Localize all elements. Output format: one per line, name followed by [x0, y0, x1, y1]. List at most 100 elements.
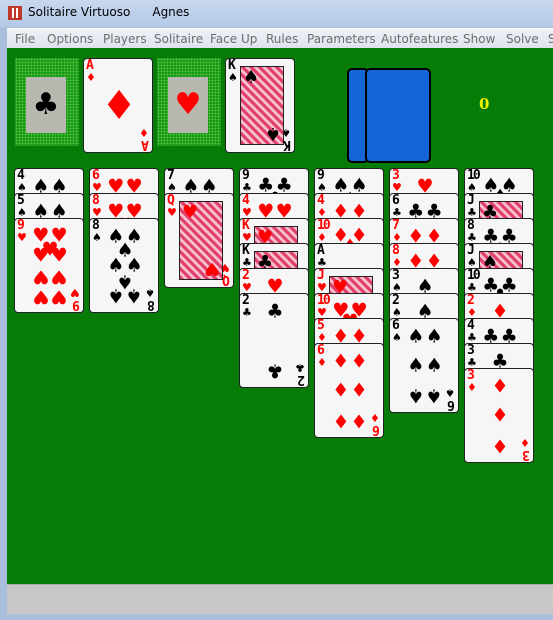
card-k-of-spades[interactable]: K ♠ K ♠ ♠ ♠: [225, 58, 295, 153]
hearts-icon: ♥: [242, 206, 252, 219]
menu-file[interactable]: File: [15, 32, 35, 46]
diamonds-pip-icon: ♦: [101, 83, 137, 129]
hearts-icon: ♥: [168, 77, 208, 133]
hearts-icon: ♥: [317, 281, 327, 294]
court-figure: ♠♠: [240, 66, 284, 145]
spades-icon: ♠: [92, 231, 102, 244]
spades-icon: ♠: [317, 181, 327, 194]
clubs-icon: ♣: [26, 77, 66, 133]
tableau-card-q-of-hearts[interactable]: Q ♥ Q ♥ ♥ ♥: [164, 193, 234, 288]
menu-face-up[interactable]: Face Up: [210, 32, 257, 46]
diamonds-pip-icon: ♦: [332, 350, 350, 373]
clubs-icon: ♣: [392, 206, 402, 219]
clubs-icon: ♣: [467, 281, 477, 294]
tableau-card-6-of-spades[interactable]: 6 ♠ 6 ♠ ♠ ♠ ♠ ♠ ♠ ♠: [389, 318, 459, 413]
hearts-icon: ♥: [92, 206, 102, 219]
hearts-pip-icon: ♥: [50, 265, 68, 288]
diamonds-icon: ♦: [139, 126, 149, 139]
spades-icon: ♠: [445, 386, 455, 399]
diamonds-pip-icon: ♦: [350, 409, 368, 432]
app-icon[interactable]: [8, 6, 22, 20]
card-rank-inverted: 6: [374, 422, 380, 437]
hearts-icon: ♥: [242, 281, 252, 294]
game-table: 9 0 ♣A♦A♦♦♥K♠K♠♠♠4♠4♠♠♠♠♠5♠5♠♠♠♠♠♠9♥9♥♥♥…: [7, 48, 553, 584]
card-rank-inverted: A: [143, 137, 149, 152]
menu-bar: File Options Players Solitaire Face Up Rules P…: [7, 28, 553, 48]
hearts-icon: ♥: [167, 206, 177, 219]
clubs-icon: ♣: [242, 181, 252, 194]
tableau-card-3-of-diamonds[interactable]: 3 ♦ 3 ♦ ♦ ♦ ♦: [464, 368, 534, 463]
spades-pip-icon: ♠: [425, 384, 443, 407]
diamonds-icon: ♦: [520, 436, 530, 449]
spades-icon: ♠: [228, 71, 238, 84]
window-title: Solitaire Virtuoso Agnes: [28, 5, 211, 19]
diamonds-pip-icon: ♦: [491, 375, 509, 398]
card-rank-inverted: 8: [149, 297, 155, 312]
menu-rules[interactable]: Rules: [266, 32, 298, 46]
clubs-pip-icon: ♣: [266, 359, 284, 382]
tableau-card-9-of-hearts[interactable]: 9 ♥ 9 ♥ ♥ ♥ ♥ ♥ ♥ ♥ ♥ ♥ ♥: [14, 218, 84, 313]
diamonds-icon: ♦: [317, 356, 327, 369]
title-bar: Solitaire Virtuoso Agnes: [0, 0, 553, 27]
tableau-card-6-of-diamonds[interactable]: 6 ♦ 6 ♦ ♦ ♦ ♦ ♦ ♦ ♦: [314, 343, 384, 438]
hearts-icon: ♥: [182, 202, 199, 223]
status-bar: [7, 584, 553, 614]
court-figure: ♥♥: [179, 201, 223, 280]
hearts-icon: ♥: [92, 181, 102, 194]
hearts-pip-icon: ♥: [50, 244, 68, 267]
menu-solve[interactable]: Solve: [506, 32, 539, 46]
diamonds-pip-icon: ♦: [332, 379, 350, 402]
diamonds-pip-icon: ♦: [491, 404, 509, 427]
hearts-icon: ♥: [317, 306, 327, 319]
diamonds-icon: ♦: [317, 331, 327, 344]
spades-pip-icon: ♠: [425, 325, 443, 348]
hearts-icon: ♥: [203, 258, 220, 279]
foundation-slot-clubs[interactable]: ♣: [15, 58, 79, 146]
card-rank-inverted: 6: [449, 397, 455, 412]
hearts-icon: ♥: [70, 286, 80, 299]
menu-options[interactable]: Options: [47, 32, 93, 46]
hearts-pip-icon: ♥: [50, 285, 68, 308]
spades-icon: ♠: [392, 306, 402, 319]
menu-show[interactable]: Show: [463, 32, 495, 46]
tableau-card-2-of-clubs[interactable]: 2 ♣ 2 ♣ ♣ ♣: [239, 293, 309, 388]
card-a-of-diamonds[interactable]: A ♦ A ♦ ♦: [83, 58, 153, 153]
spades-pip-icon: ♠: [407, 354, 425, 377]
diamonds-pip-icon: ♦: [332, 409, 350, 432]
hearts-pip-icon: ♥: [32, 285, 50, 308]
diamonds-icon: ♦: [467, 306, 477, 319]
tableau-card-8-of-spades[interactable]: 8 ♠ 8 ♠ ♠ ♠ ♠ ♠ ♠ ♠ ♠ ♠: [89, 218, 159, 313]
diamonds-pip-icon: ♦: [350, 379, 368, 402]
spades-icon: ♠: [17, 181, 27, 194]
spades-icon: ♠: [145, 286, 155, 299]
spades-icon: ♠: [392, 281, 402, 294]
clubs-icon: ♣: [317, 256, 327, 269]
app-name: Solitaire Virtuoso: [28, 5, 131, 19]
card-rank-inverted: 2: [299, 372, 305, 387]
card-rank-inverted: Q: [224, 272, 230, 287]
menu-parameters[interactable]: Parameters: [307, 32, 376, 46]
clubs-icon: ♣: [467, 356, 477, 369]
spades-pip-icon: ♠: [407, 384, 425, 407]
spades-icon: ♠: [467, 256, 477, 269]
diamonds-pip-icon: ♦: [491, 434, 509, 457]
clubs-icon: ♣: [467, 231, 477, 244]
clubs-icon: ♣: [242, 256, 252, 269]
stock-pile[interactable]: [365, 68, 431, 163]
diamonds-icon: ♦: [86, 71, 96, 84]
spades-pip-icon: ♠: [407, 325, 425, 348]
spades-icon: ♠: [467, 181, 477, 194]
spades-icon: ♠: [17, 206, 27, 219]
menu-autofeatures[interactable]: Autofeatures: [381, 32, 458, 46]
clubs-icon: ♣: [295, 361, 305, 374]
clubs-icon: ♣: [467, 206, 477, 219]
menu-solitaire[interactable]: Solitaire: [154, 32, 203, 46]
diamonds-icon: ♦: [370, 411, 380, 424]
hearts-icon: ♥: [17, 231, 27, 244]
menu-players[interactable]: Players: [103, 32, 147, 46]
spades-icon: ♠: [243, 67, 260, 88]
menu-s[interactable]: S: [548, 32, 553, 46]
spades-icon: ♠: [264, 123, 281, 144]
diamonds-icon: ♦: [392, 256, 402, 269]
foundation-slot-hearts[interactable]: ♥: [157, 58, 221, 146]
